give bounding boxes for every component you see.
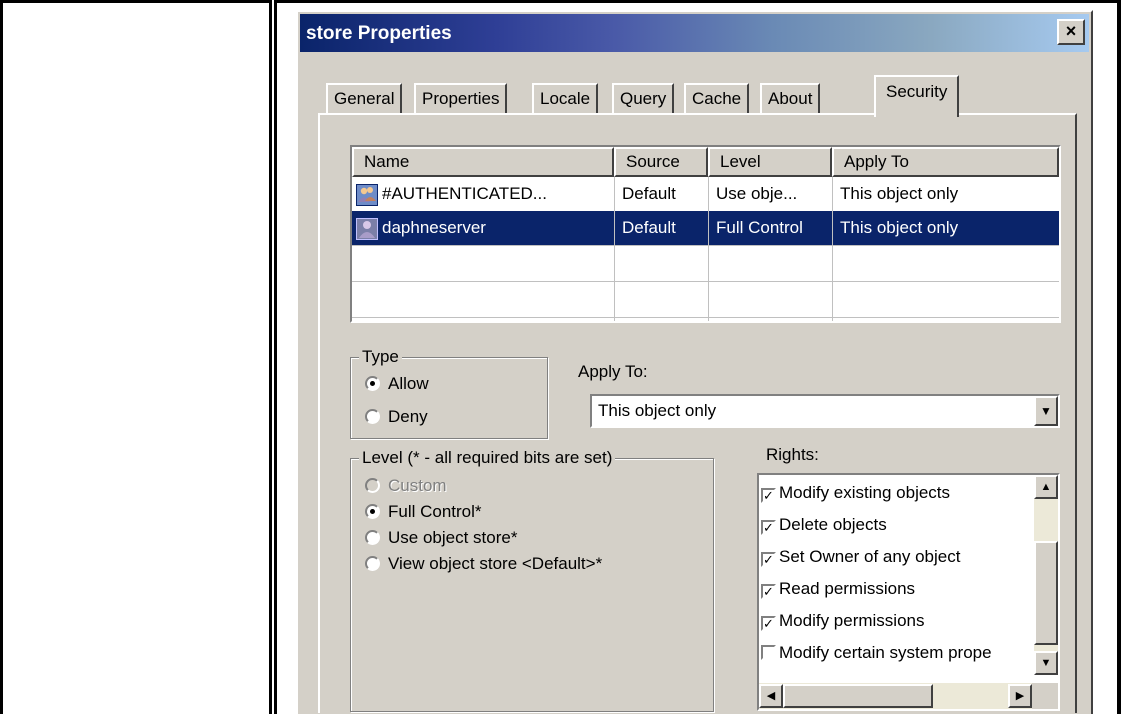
radio-view-object-store[interactable]: View object store <Default>* xyxy=(365,553,602,575)
grid-line xyxy=(832,177,833,321)
right-set-owner[interactable]: ✓ Set Owner of any object xyxy=(761,541,960,573)
radio-view-object-store-label: View object store <Default>* xyxy=(388,554,603,573)
radio-unchecked-icon xyxy=(365,409,380,424)
rights-label: Rights: xyxy=(766,445,819,464)
radio-unchecked-icon xyxy=(365,478,380,493)
column-header-level[interactable]: Level xyxy=(708,147,832,177)
close-button[interactable]: × xyxy=(1057,19,1085,45)
checkbox-checked-icon: ✓ xyxy=(761,616,776,631)
right-label: Modify permissions xyxy=(779,611,925,630)
group-icon xyxy=(356,183,378,206)
right-read-permissions[interactable]: ✓ Read permissions xyxy=(761,573,915,605)
user-icon xyxy=(356,217,378,240)
right-label: Set Owner of any object xyxy=(779,547,961,566)
acl-row-name: #AUTHENTICATED... xyxy=(382,184,547,203)
radio-checked-icon xyxy=(365,504,380,519)
right-modify-existing-objects[interactable]: ✓ Modify existing objects xyxy=(761,477,950,509)
acl-row-source: Default xyxy=(622,218,676,237)
tab-general[interactable]: General xyxy=(326,83,403,115)
acl-list-header: Name Source Level Apply To xyxy=(352,147,1059,177)
properties-dialog: store Properties × General Properties Lo… xyxy=(296,10,1093,714)
radio-full-control-label: Full Control* xyxy=(388,502,482,521)
radio-use-object-store-label: Use object store* xyxy=(388,528,518,547)
grid-line xyxy=(614,177,615,321)
right-delete-objects[interactable]: ✓ Delete objects xyxy=(761,509,887,541)
scroll-left-icon[interactable]: ◀ xyxy=(759,684,783,708)
tab-security[interactable]: Security xyxy=(874,75,960,117)
radio-checked-icon xyxy=(365,376,380,391)
radio-use-object-store[interactable]: Use object store* xyxy=(365,527,517,549)
acl-row-level: Use obje... xyxy=(716,184,798,203)
vertical-scrollbar[interactable]: ▲ ▼ xyxy=(1034,475,1058,675)
column-header-name[interactable]: Name xyxy=(352,147,614,177)
apply-to-select[interactable]: This object only ▼ xyxy=(590,394,1060,428)
right-label: Modify existing objects xyxy=(779,483,951,502)
grid-line xyxy=(352,317,1059,318)
vertical-scroll-thumb[interactable] xyxy=(1034,541,1058,645)
scroll-down-icon[interactable]: ▼ xyxy=(1034,651,1058,675)
checkbox-unchecked-icon xyxy=(761,645,776,660)
grid-line xyxy=(352,281,1059,282)
left-table-cell xyxy=(0,0,272,714)
right-modify-permissions[interactable]: ✓ Modify permissions xyxy=(761,605,925,637)
scrollbar-corner xyxy=(1032,683,1058,709)
acl-row-selected[interactable]: daphneserver Default Full Control This o… xyxy=(352,211,1059,245)
apply-to-label: Apply To: xyxy=(578,362,648,381)
tab-query[interactable]: Query xyxy=(612,83,675,115)
acl-list[interactable]: Name Source Level Apply To #AUTHENTICATE… xyxy=(350,145,1061,323)
acl-row-name-cell: #AUTHENTICATED... xyxy=(352,177,614,211)
radio-full-control[interactable]: Full Control* xyxy=(365,501,482,523)
radio-allow[interactable]: Allow xyxy=(365,373,429,395)
right-label: Modify certain system prope xyxy=(779,643,992,662)
tab-locale[interactable]: Locale xyxy=(532,83,599,115)
title-bar[interactable]: store Properties × xyxy=(300,14,1089,52)
rights-list[interactable]: ✓ Modify existing objects ✓ Delete objects… xyxy=(757,473,1060,711)
checkbox-checked-icon: ✓ xyxy=(761,584,776,599)
tab-about[interactable]: About xyxy=(760,83,821,115)
security-panel: Name Source Level Apply To #AUTHENTICATE… xyxy=(318,113,1077,713)
acl-row-name-cell: daphneserver xyxy=(352,211,614,245)
acl-row-level: Full Control xyxy=(716,218,803,237)
acl-row-apply-to: This object only xyxy=(840,218,959,237)
radio-custom-label: Custom xyxy=(388,476,447,495)
tab-properties[interactable]: Properties xyxy=(414,83,508,115)
grid-line xyxy=(352,245,1059,246)
scroll-up-icon[interactable]: ▲ xyxy=(1034,475,1058,499)
acl-row-name: daphneserver xyxy=(382,218,486,237)
radio-allow-label: Allow xyxy=(388,374,429,393)
right-label: Delete objects xyxy=(779,515,887,534)
radio-deny-label: Deny xyxy=(388,407,428,426)
acl-row-source: Default xyxy=(622,184,676,203)
type-groupbox: Type Allow Deny xyxy=(350,347,548,439)
checkbox-checked-icon: ✓ xyxy=(761,520,776,535)
radio-deny[interactable]: Deny xyxy=(365,406,428,428)
checkbox-checked-icon: ✓ xyxy=(761,488,776,503)
level-group-label: Level (* - all required bits are set) xyxy=(359,448,616,468)
close-icon: × xyxy=(1065,21,1077,41)
apply-to-value: This object only xyxy=(598,401,717,420)
grid-line xyxy=(708,177,709,321)
acl-row-apply-to: This object only xyxy=(840,184,959,203)
radio-unchecked-icon xyxy=(365,530,380,545)
horizontal-scrollbar[interactable]: ◀ ▶ xyxy=(759,683,1034,709)
type-group-label: Type xyxy=(359,347,402,367)
dialog-title: store Properties xyxy=(306,23,452,44)
acl-row[interactable]: #AUTHENTICATED... Default Use obje... Th… xyxy=(352,177,1059,211)
column-header-source[interactable]: Source xyxy=(614,147,708,177)
right-label: Read permissions xyxy=(779,579,916,598)
checkbox-checked-icon: ✓ xyxy=(761,552,776,567)
radio-custom[interactable]: Custom xyxy=(365,475,447,497)
level-groupbox: Level (* - all required bits are set) Cu… xyxy=(350,448,714,712)
column-header-apply-to[interactable]: Apply To xyxy=(832,147,1059,177)
right-modify-system-properties[interactable]: Modify certain system prope xyxy=(761,637,992,669)
chevron-down-icon[interactable]: ▼ xyxy=(1034,396,1058,426)
scroll-right-icon[interactable]: ▶ xyxy=(1008,684,1032,708)
horizontal-scroll-thumb[interactable] xyxy=(783,684,933,708)
radio-unchecked-icon xyxy=(365,556,380,571)
tab-cache[interactable]: Cache xyxy=(684,83,750,115)
